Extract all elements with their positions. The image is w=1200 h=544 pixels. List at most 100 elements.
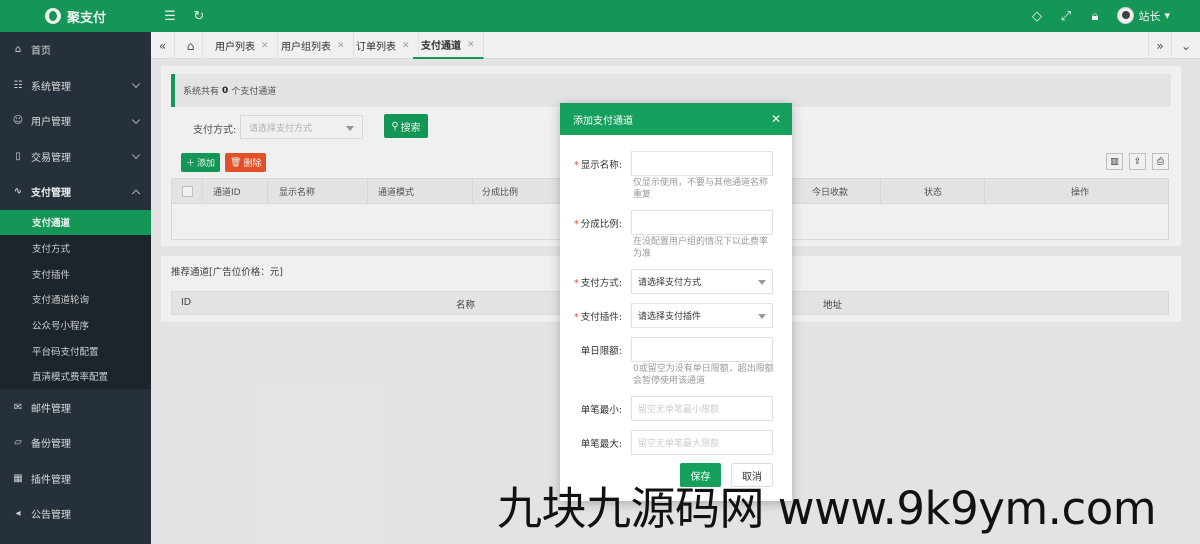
tabs-menu-chevron-icon[interactable]: ⌄ <box>1174 32 1198 59</box>
pay-plugin-select[interactable]: 请选择支付插件 <box>631 303 773 328</box>
sidebar: ⌂ 首页 ☷ 系统管理 ☺ 用户管理 ▯ 交易管理 ∿ 支付管理 支付通道 支付… <box>0 32 151 544</box>
display-name-input[interactable] <box>631 151 773 176</box>
search-icon: ⚲ <box>391 120 399 132</box>
close-icon[interactable]: ✕ <box>261 41 269 51</box>
column-header[interactable]: 今日收款 <box>812 179 848 203</box>
sidebar-item-label: 插件管理 <box>31 474 71 486</box>
pay-type-value: 请选择支付方式 <box>638 278 702 288</box>
tab-user-group-list[interactable]: 用户组列表 ✕ <box>273 32 354 59</box>
tab-label: 用户列表 <box>215 42 255 53</box>
tab-user-list[interactable]: 用户列表 ✕ <box>207 32 278 59</box>
tabs-scroll-right-icon[interactable]: » <box>1148 32 1172 59</box>
max-amount-label: 单笔最大: <box>580 439 622 450</box>
column-header[interactable]: 通道模式 <box>378 179 414 203</box>
recommend-title: 推荐通道[广告位价格：元] <box>171 267 283 278</box>
sidebar-subitem-method[interactable]: 支付方式 <box>0 235 151 261</box>
column-header[interactable]: 显示名称 <box>279 179 315 203</box>
refresh-icon[interactable]: ↻ <box>191 8 207 24</box>
close-icon[interactable]: ✕ <box>402 41 410 51</box>
backup-icon: ▱ <box>14 437 22 449</box>
columns-filter-icon[interactable]: ▥ <box>1106 153 1123 170</box>
print-icon[interactable]: ⎙ <box>1152 153 1169 170</box>
add-button[interactable]: ＋ 添加 <box>181 153 221 172</box>
tab-payment-channel[interactable]: 支付通道 ✕ <box>413 32 484 59</box>
sidebar-subitem-platform-code[interactable]: 平台码支付配置 <box>0 338 151 364</box>
sidebar-subitem-direct-rate[interactable]: 直清模式费率配置 <box>0 364 151 390</box>
user-menu[interactable]: 站长 ▾ <box>1117 7 1170 24</box>
file-icon: ▯ <box>15 150 21 162</box>
sidebar-item-label: 支付管理 <box>31 188 71 200</box>
caret-down-icon <box>346 126 354 131</box>
search-button-label: 搜索 <box>400 122 421 134</box>
fullscreen-icon[interactable]: ⤢ <box>1058 8 1074 24</box>
sidebar-subitem-miniprogram[interactable]: 公众号小程序 <box>0 312 151 338</box>
sidebar-item-users[interactable]: ☺ 用户管理 <box>0 103 151 139</box>
pay-type-select[interactable]: 请选择支付方式 <box>631 269 773 294</box>
column-header[interactable]: 状态 <box>924 179 942 203</box>
sidebar-item-notice[interactable]: ◂ 公告管理 <box>0 496 151 532</box>
column-header[interactable]: 操作 <box>1071 179 1089 203</box>
sidebar-item-plugins[interactable]: ▦ 插件管理 <box>0 460 151 496</box>
sidebar-subitem-plugin[interactable]: 支付插件 <box>0 261 151 287</box>
daily-limit-hint: 0或留空为没有单日限额，超出限额会暂停使用该通道 <box>633 364 774 386</box>
delete-button[interactable]: 🗑︎ 删除 <box>225 153 267 172</box>
column-header: 地址 <box>823 300 843 311</box>
add-channel-modal: 添加支付通道 ✕ * 显示名称: 仅显示使用，不要与其他通道名称重复 * 分成比例:… <box>560 103 792 501</box>
search-button[interactable]: ⚲ 搜索 <box>384 114 428 138</box>
plus-icon: ＋ <box>186 159 196 169</box>
user-icon: ☺ <box>12 115 24 127</box>
notice-suffix: 个支付通道 <box>231 87 277 97</box>
close-icon[interactable]: ✕ <box>337 41 345 51</box>
sidebar-item-trade[interactable]: ▯ 交易管理 <box>0 139 151 175</box>
logo[interactable]: 聚支付 <box>0 0 151 32</box>
megaphone-icon: ◂ <box>15 508 21 520</box>
column-header[interactable]: 通道ID <box>213 179 241 203</box>
sidebar-item-backup[interactable]: ▱ 备份管理 <box>0 425 151 461</box>
sidebar-item-system[interactable]: ☷ 系统管理 <box>0 68 151 104</box>
home-tab-icon[interactable]: ⌂ <box>179 32 203 59</box>
select-all-checkbox[interactable] <box>182 179 193 203</box>
chevron-down-icon <box>131 115 141 124</box>
sidebar-item-payment[interactable]: ∿ 支付管理 <box>0 174 151 210</box>
caret-down-icon <box>758 280 766 285</box>
lock-icon[interactable]: 🔒︎ <box>1087 8 1103 24</box>
tag-icon[interactable]: ◇ <box>1029 8 1045 24</box>
sidebar-item-label: 交易管理 <box>31 152 71 164</box>
mail-icon: ✉ <box>13 401 23 413</box>
close-icon[interactable]: ✕ <box>769 112 783 126</box>
menu-fold-icon[interactable]: ☰ <box>162 8 178 24</box>
tabs-scroll-left-icon[interactable]: « <box>151 32 175 59</box>
ratio-input[interactable] <box>631 210 773 235</box>
min-amount-input[interactable]: 留空无单笔最小限额 <box>631 396 773 421</box>
max-amount-placeholder: 留空无单笔最大限额 <box>638 439 720 449</box>
export-icon[interactable]: ⇪ <box>1129 153 1146 170</box>
column-header: ID <box>181 297 192 308</box>
max-amount-input[interactable]: 留空无单笔最大限额 <box>631 430 773 455</box>
pay-plugin-label: * 支付插件: <box>574 312 622 323</box>
notice-prefix: 系统共有 <box>183 87 220 97</box>
close-icon[interactable]: ✕ <box>467 40 475 50</box>
logo-icon <box>44 8 61 24</box>
pay-type-filter-select[interactable]: 请选择支付方式 <box>240 115 363 139</box>
tab-label: 订单列表 <box>356 42 396 53</box>
user-name: 站长 <box>1138 9 1161 23</box>
pay-plugin-value: 请选择支付插件 <box>638 312 702 322</box>
daily-limit-input[interactable] <box>631 337 773 362</box>
sidebar-subitem-channel[interactable]: 支付通道 <box>0 209 151 236</box>
channel-count: 0 <box>222 85 229 96</box>
sidebar-item-mail[interactable]: ✉ 邮件管理 <box>0 389 151 425</box>
sliders-icon: ☷ <box>13 79 23 91</box>
sidebar-item-label: 系统管理 <box>31 81 71 93</box>
column-header[interactable]: 分成比例 <box>482 179 518 203</box>
pulse-icon: ∿ <box>13 186 23 198</box>
sidebar-item-label: 备份管理 <box>31 439 71 451</box>
filter-label: 支付方式: <box>193 125 237 136</box>
tab-label: 支付通道 <box>421 41 461 52</box>
sidebar-item-label: 公告管理 <box>31 510 71 522</box>
filter-placeholder: 请选择支付方式 <box>249 123 313 134</box>
sidebar-subitem-polling[interactable]: 支付通道轮询 <box>0 287 151 313</box>
sidebar-item-home[interactable]: ⌂ 首页 <box>0 32 151 68</box>
tab-label: 用户组列表 <box>281 42 331 53</box>
display-name-label: * 显示名称: <box>574 160 622 171</box>
tab-order-list[interactable]: 订单列表 ✕ <box>348 32 419 59</box>
